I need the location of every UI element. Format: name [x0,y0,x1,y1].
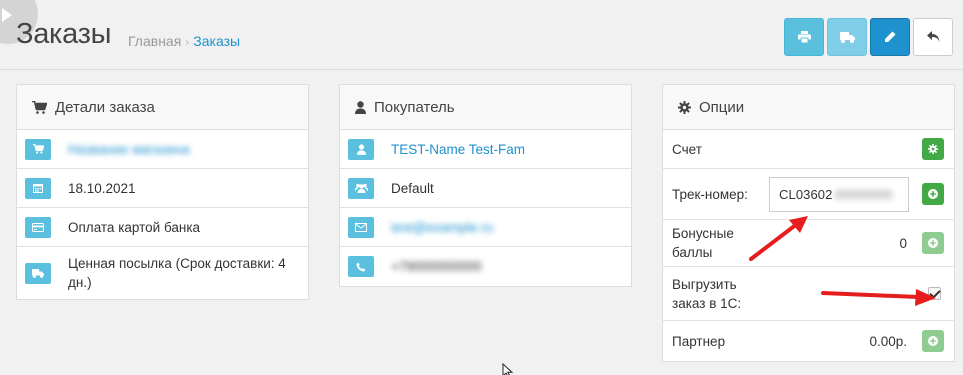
shopping-cart-icon [25,138,51,160]
customer-phone-row: +79000000000 [340,247,631,286]
payment-method: Оплата картой банка [68,219,201,235]
customer-group-row: Default [340,169,631,208]
annotation-arrow-export [821,289,936,306]
customer-email[interactable]: test@example.ru [391,218,493,237]
user-icon [355,100,366,114]
envelope-icon [348,216,374,238]
breadcrumb: Главная › Заказы [128,33,240,49]
add-tracking-button[interactable] [922,183,944,205]
export-1c-label: Выгрузить заказ в 1С: [672,276,742,311]
customer-heading: Покупатель [340,85,631,130]
header-actions [784,18,953,56]
partner-value: 0.00р. [869,333,907,349]
customer-panel: Покупатель TEST-Name Test-Fam Default te… [339,84,632,287]
order-date: 18.10.2021 [68,180,136,196]
page-title: Заказы [16,18,112,50]
plus-circle-icon [928,238,938,248]
gear-icon [678,100,691,114]
reply-icon [926,31,939,42]
tracking-label: Трек-номер: [672,186,748,202]
truck-icon [839,31,855,43]
customer-email-row: test@example.ru [340,208,631,247]
shipping-method: Ценная посылка (Срок доставки: 4 дн.) [68,256,286,290]
tracking-value-hidden: 00000000 [834,187,893,202]
payment-row: Оплата картой банка [17,208,308,247]
truck-icon [25,262,51,284]
options-heading: Опции [663,85,954,130]
shipping-button[interactable] [827,18,867,56]
back-button[interactable] [913,18,953,56]
tracking-value-prefix: CL03602 [779,187,833,202]
tracking-input[interactable]: CL03602 00000000 [769,177,909,212]
gear-icon [928,144,938,154]
page-header: Заказы Главная › Заказы [0,0,963,70]
add-bonus-button[interactable] [922,232,944,254]
breadcrumb-current[interactable]: Заказы [193,33,240,49]
order-details-title: Детали заказа [55,98,155,116]
bonus-value: 0 [899,235,907,251]
print-icon [797,31,811,43]
options-title: Опции [699,98,745,116]
customer-group: Default [391,180,434,196]
annotation-arrow-tracking [749,216,808,261]
customer-name-row: TEST-Name Test-Fam [340,130,631,169]
customer-name[interactable]: TEST-Name Test-Fam [391,140,525,159]
shipping-row: Ценная посылка (Срок доставки: 4 дн.) [17,247,308,299]
customer-title: Покупатель [374,98,455,116]
edit-button[interactable] [870,18,910,56]
bonus-label: Бонусные баллы [672,226,734,260]
invoice-row: Счет [663,130,954,169]
user-icon [348,138,374,160]
store-row: Название магазина [17,130,308,169]
date-row: 18.10.2021 [17,169,308,208]
breadcrumb-separator-icon: › [185,35,190,49]
partner-label: Партнер [672,333,726,349]
pencil-icon [885,31,896,42]
print-button[interactable] [784,18,824,56]
plus-circle-icon [928,336,938,346]
invoice-label: Счет [672,141,702,157]
partner-row: Партнер 0.00р. [663,321,954,361]
calendar-icon [25,177,51,199]
add-partner-button[interactable] [922,330,944,352]
shopping-cart-icon [32,100,47,114]
customer-phone: +79000000000 [391,259,482,274]
mouse-cursor-icon [502,363,514,375]
generate-invoice-button[interactable] [922,138,944,160]
phone-icon [348,256,374,277]
order-details-panel: Детали заказа Название магазина 18.10.20… [16,84,309,300]
order-details-heading: Детали заказа [17,85,308,130]
credit-card-icon [25,216,51,238]
group-icon [348,177,374,199]
plus-circle-icon [928,189,938,199]
store-name[interactable]: Название магазина [68,140,190,159]
breadcrumb-home[interactable]: Главная [128,33,181,49]
